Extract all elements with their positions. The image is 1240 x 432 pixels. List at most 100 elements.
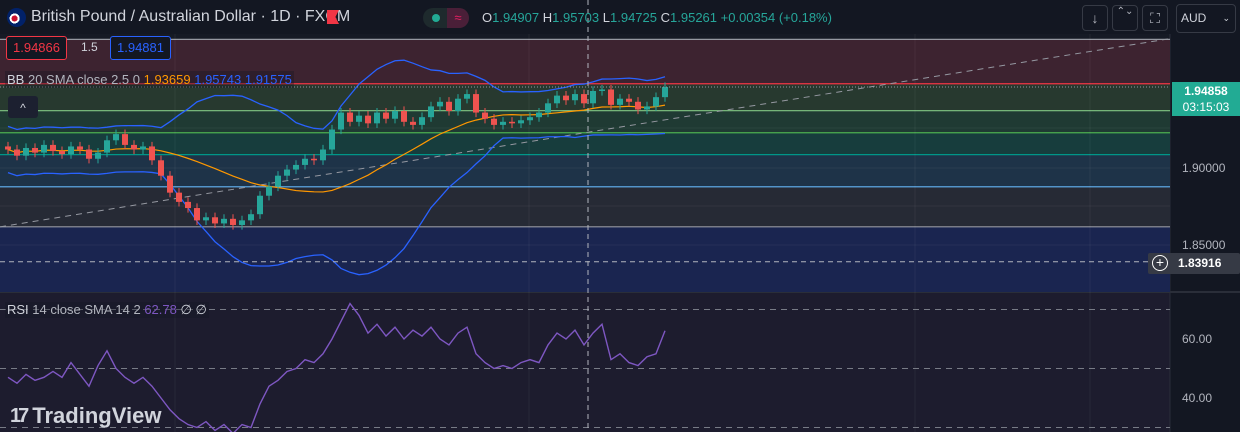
candle-body (86, 149, 92, 159)
candle-body (545, 103, 551, 113)
candle-body (149, 146, 155, 161)
last-price-label: 1.94858 03:15:03 (1172, 82, 1240, 116)
candle-body (446, 101, 452, 112)
sell-button[interactable]: 1.94866 (6, 36, 67, 60)
rsi-label: RSI (7, 302, 29, 317)
candle-body (194, 208, 200, 221)
open-value: 1.94907 (492, 10, 540, 25)
tradingview-logo[interactable]: 17 TradingView (10, 403, 161, 429)
candle-body (374, 112, 380, 124)
market-status-pill[interactable]: ≈ (423, 8, 469, 28)
candle-body (590, 91, 596, 104)
candle-body (158, 160, 164, 176)
candle-body (554, 95, 560, 104)
symbol-title[interactable]: British Pound / Australian Dollar · 1D ·… (31, 8, 350, 26)
candle-body (365, 115, 371, 124)
ohlc-legend: O1.94907 H1.95703 L1.94725 C1.95261 +0.0… (482, 10, 832, 25)
fullscreen-button[interactable]: ⛶ (1142, 5, 1168, 31)
candle-body (32, 147, 38, 153)
bb-legend[interactable]: BB 20 SMA close 2.5 0 1.93659 1.95743 1.… (5, 71, 294, 88)
rsi-extra-2: ∅ (195, 302, 207, 317)
candle-body (608, 89, 614, 105)
candle-body (239, 220, 245, 225)
rsi-legend[interactable]: RSI 14 close SMA 14 2 62.78 ∅ ∅ (5, 302, 209, 318)
candle-body (464, 94, 470, 99)
high-value: 1.95703 (552, 10, 600, 25)
candle-body (113, 134, 119, 141)
collapse-button[interactable]: ⌃⌄ (1112, 5, 1138, 31)
tv-logo-icon: 17 (10, 404, 29, 427)
spread-value: 1.5 (81, 40, 98, 54)
candle-body (428, 106, 434, 118)
candle-body (383, 112, 389, 119)
candle-body (95, 152, 101, 159)
candle-body (122, 134, 128, 145)
rsi-params: 14 close SMA 14 2 (32, 302, 141, 317)
candle-body (338, 112, 344, 130)
candle-body (59, 151, 65, 155)
candle-body (77, 146, 83, 150)
rsi-value: 62.78 (144, 302, 177, 317)
candle-body (14, 149, 20, 156)
wave-icon: ≈ (447, 8, 469, 28)
chart-canvas[interactable] (0, 0, 1240, 432)
candle-body (293, 164, 299, 170)
candle-body (491, 118, 497, 125)
bb-basis-value: 1.93659 (143, 72, 191, 87)
change-value: +0.00354 (+0.18%) (720, 10, 832, 25)
candle-body (563, 95, 569, 101)
candle-body (455, 98, 461, 112)
buy-button[interactable]: 1.94881 (110, 36, 171, 60)
candle-body (140, 146, 146, 150)
bar-countdown: 03:15:03 (1182, 100, 1230, 114)
bb-lower-value: 1.91575 (244, 72, 292, 87)
candle-body (230, 218, 236, 225)
gbp-aud-flag-icon (7, 8, 26, 27)
currency-select[interactable]: AUD ⌄ (1176, 4, 1236, 33)
scroll-to-latest-button[interactable]: ↓ (1082, 5, 1108, 31)
candle-body (599, 89, 605, 91)
open-label: O (482, 10, 493, 25)
candle-body (185, 201, 191, 209)
chevron-up-icon: ^ (20, 101, 26, 115)
low-value: 1.94725 (610, 10, 657, 25)
candle-body (275, 175, 281, 187)
candle-body (437, 101, 443, 107)
candle-body (320, 149, 326, 161)
candle-body (176, 192, 182, 202)
candle-body (626, 98, 632, 102)
chevron-down-icon: ⌄ (1222, 13, 1230, 23)
candle-body (302, 158, 308, 165)
candle-body (50, 144, 56, 152)
candle-body (311, 158, 317, 161)
price-tick: 1.85000 (1182, 238, 1226, 252)
candle-body (644, 106, 650, 110)
arrow-down-icon: ↓ (1091, 10, 1099, 26)
candle-body (356, 115, 362, 122)
candle-body (329, 129, 335, 150)
candle-body (5, 146, 11, 150)
crosshair-price: 1.83916 (1178, 256, 1222, 270)
candle-body (221, 218, 227, 224)
candle-body (248, 214, 254, 221)
collapse-legend-button[interactable]: ^ (8, 96, 38, 118)
rsi-extra-1: ∅ (180, 302, 192, 317)
candle-body (203, 217, 209, 221)
candle-body (257, 195, 263, 215)
rsi-tick: 40.00 (1182, 391, 1213, 405)
plus-icon[interactable]: + (1152, 255, 1168, 271)
bb-upper-value: 1.95743 (194, 72, 242, 87)
candle-body (536, 112, 542, 118)
candle-body (347, 112, 353, 122)
bb-params: 20 SMA close 2.5 0 (27, 72, 140, 87)
fullscreen-icon: ⛶ (1150, 10, 1160, 26)
collapse-icon: ⌃⌄ (1116, 6, 1134, 17)
candle-body (509, 121, 515, 124)
candle-body (662, 86, 668, 98)
candle-body (131, 144, 137, 150)
bb-label: BB (7, 72, 25, 87)
candle-body (392, 111, 398, 119)
candle-body (41, 144, 47, 153)
price-tick: 1.90000 (1182, 161, 1226, 175)
crosshair-price-label: +1.83916 (1148, 253, 1240, 274)
